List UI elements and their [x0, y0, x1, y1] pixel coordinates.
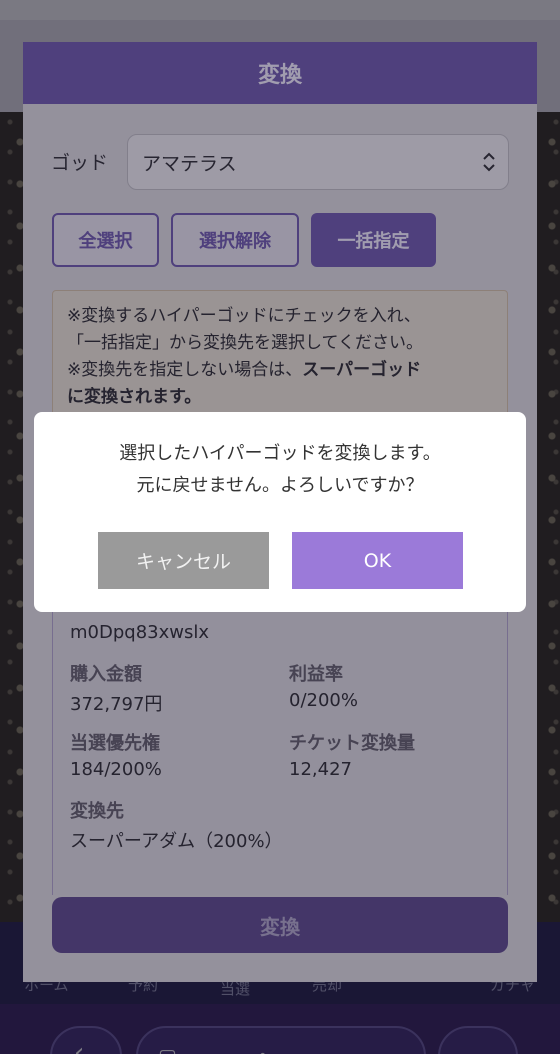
cancel-button[interactable]: キャンセル [98, 532, 269, 589]
confirm-dialog: 選択したハイパーゴッドを変換します。 元に戻せません。よろしいですか？ キャンセ… [34, 412, 526, 612]
dialog-message-line1: 選択したハイパーゴッドを変換します。 [119, 443, 441, 464]
ok-button[interactable]: OK [292, 532, 463, 589]
dialog-message-line2: 元に戻せません。よろしいですか？ [136, 475, 424, 496]
